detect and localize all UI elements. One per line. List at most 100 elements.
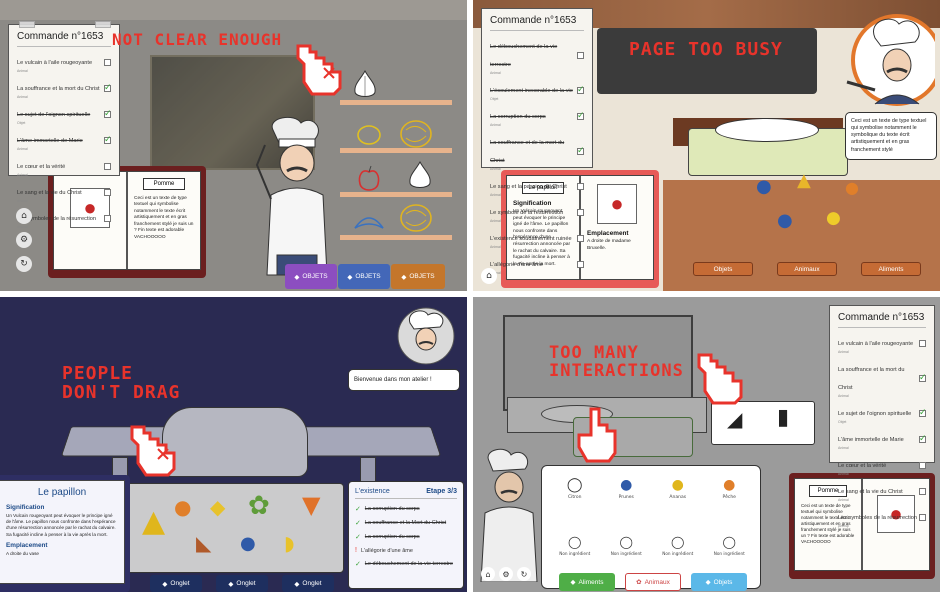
empty-slot[interactable]: ◯ Non ingrédient	[604, 535, 648, 565]
lemon-icon[interactable]: ●	[826, 210, 841, 227]
tab-button[interactable]: ◆ Onglet	[216, 575, 268, 592]
order-item-checkbox[interactable]	[577, 51, 584, 59]
order-item-checkbox[interactable]	[577, 208, 584, 216]
plum-icon[interactable]: ●	[756, 178, 772, 196]
panel-too-many-interactions: TOO MANY INTERACTIONS Commande n°1653 Le…	[473, 297, 940, 592]
chef-speech-bubble: Bienvenue dans mon atelier !	[348, 369, 460, 391]
home-icon[interactable]: ⌂	[481, 567, 495, 581]
order-item-checkbox[interactable]	[919, 339, 926, 347]
chef-avatar	[846, 14, 935, 106]
cookie-icon[interactable]	[398, 202, 434, 234]
order-item-checkbox[interactable]	[919, 433, 927, 444]
order-panel: Commande n°1653 Le débouchement de la vi…	[481, 8, 593, 275]
knife-icon[interactable]: ◢	[727, 409, 742, 429]
order-item-label: Le symbole de la résurrection	[490, 210, 564, 216]
grapes-icon[interactable]: ✿	[248, 493, 270, 519]
slot-row: ◯ Citron ● Prunes ● Ananas ● Pêche	[549, 477, 755, 517]
home-icon[interactable]: ⌂	[16, 208, 32, 224]
ingredient-slot[interactable]: ● Prunes	[604, 477, 648, 517]
objects-button[interactable]: ◆ OBJETS	[338, 264, 390, 289]
cake-icon[interactable]: ◣	[196, 533, 211, 553]
empty-slot[interactable]: ◯ Non ingrédient	[553, 535, 597, 565]
croissant-icon[interactable]	[352, 210, 386, 234]
order-item-type: Animal	[838, 446, 849, 450]
plum-icon[interactable]: ●	[777, 212, 793, 230]
order-item-checkbox[interactable]	[577, 234, 584, 242]
order-item-checkbox[interactable]	[919, 407, 927, 418]
peach-icon[interactable]: ●	[174, 497, 191, 517]
cookie-icon[interactable]	[398, 118, 434, 150]
apple-icon: ●	[610, 191, 624, 216]
order-item-checkbox[interactable]	[104, 82, 112, 93]
order-item-label: Les symboles de la résurrection	[838, 515, 917, 521]
check-icon: ✓	[355, 520, 361, 527]
order-item-checkbox[interactable]	[919, 372, 927, 383]
cube-icon: ◆	[294, 273, 300, 281]
book-right-page: Pomme Ceci est un texte de type textuel …	[126, 172, 200, 269]
food-drawer-button[interactable]: Aliments	[861, 262, 921, 276]
garlic-icon[interactable]	[406, 160, 434, 192]
animals-tab-button[interactable]: ✿ Animaux	[625, 573, 681, 591]
order-item-checkbox[interactable]	[104, 214, 111, 222]
carrot-icon[interactable]: ▼	[302, 493, 320, 517]
restart-icon[interactable]: ↻	[517, 567, 531, 581]
peach-icon[interactable]: ●	[845, 180, 859, 196]
order-item-checkbox[interactable]	[577, 84, 585, 95]
order-item-checkbox[interactable]	[577, 260, 584, 268]
order-item: Le débouchement de la vie terrestre Anima…	[490, 35, 584, 75]
garlic-icon[interactable]	[350, 68, 380, 100]
home-icon[interactable]: ⌂	[481, 268, 497, 284]
cloth	[162, 407, 308, 477]
steps-panel: L'existence Etape 3/3 ✓ La corruption du …	[348, 481, 464, 589]
order-item: Le vulcain à l'aile rougeoyante Animal	[17, 51, 111, 73]
apple-icon[interactable]	[356, 164, 382, 194]
lemon-icon[interactable]	[356, 122, 382, 148]
order-item-checkbox[interactable]	[577, 145, 585, 156]
cube-icon: ◆	[705, 579, 711, 586]
order-item: Le symbole de la résurrection Animal	[490, 201, 584, 223]
book-text: Ceci est un texte de type textuel qui sy…	[134, 196, 194, 240]
animals-drawer-button[interactable]: Animaux	[777, 262, 837, 276]
order-item-checkbox[interactable]	[104, 162, 111, 170]
ingredient-slot[interactable]: ◯ Citron	[553, 477, 597, 517]
tab-button[interactable]: ◆ Onglet	[282, 575, 334, 592]
gear-icon[interactable]: ⚙	[16, 232, 32, 248]
order-item-type: Animal	[17, 95, 28, 99]
order-item-checkbox[interactable]	[919, 487, 926, 495]
alert-icon: !	[355, 547, 357, 554]
book-heading: Signification	[6, 504, 45, 511]
lemon-icon[interactable]: ◆	[210, 497, 225, 517]
plum-icon[interactable]: ●	[240, 535, 256, 553]
empty-slot[interactable]: ◯ Non ingrédient	[707, 535, 751, 565]
cube-icon: ◆	[294, 580, 300, 588]
book-image: ●	[597, 184, 637, 224]
ingredient-slot[interactable]: ● Ananas	[656, 477, 700, 517]
order-item-checkbox[interactable]	[919, 461, 926, 469]
pointer-hand-icon	[697, 353, 743, 405]
objects-button[interactable]: ◆ OBJETS	[391, 264, 445, 289]
order-item-checkbox[interactable]	[919, 513, 926, 521]
objects-tab-button[interactable]: ◆ Objets	[691, 573, 747, 591]
restart-icon[interactable]: ↻	[16, 256, 32, 272]
ingredient-slot[interactable]: ● Pêche	[707, 477, 751, 517]
pineapple-icon[interactable]: ▲	[797, 172, 811, 190]
book-tag: Pomme	[143, 178, 185, 190]
objects-drawer-button[interactable]: Objets	[693, 262, 753, 276]
order-item-checkbox[interactable]	[104, 188, 111, 196]
pineapple-icon[interactable]: ▲	[142, 507, 165, 537]
panel-page-too-busy: PAGE TOO BUSY Commande n°1653 Le débouch…	[473, 0, 940, 291]
tab-button[interactable]: ◆ Onglet	[150, 575, 202, 592]
glass-icon[interactable]: ▮	[777, 407, 789, 429]
order-item-checkbox[interactable]	[577, 182, 584, 190]
order-item-checkbox[interactable]	[577, 110, 585, 121]
food-tab-button[interactable]: ◆ Aliments	[559, 573, 615, 591]
order-item-label: Le vulcain à l'aile rougeoyante	[17, 60, 93, 66]
banana-icon[interactable]: ◗	[284, 533, 295, 553]
order-item-checkbox[interactable]	[104, 134, 112, 145]
order-item-checkbox[interactable]	[104, 108, 112, 119]
step-item: ! L'allégorie d'une âme	[355, 547, 457, 554]
objects-button[interactable]: ◆ OBJETS	[285, 264, 337, 289]
order-item-checkbox[interactable]	[104, 58, 111, 66]
gear-icon[interactable]: ⚙	[499, 567, 513, 581]
empty-slot[interactable]: ◯ Non ingrédient	[656, 535, 700, 565]
